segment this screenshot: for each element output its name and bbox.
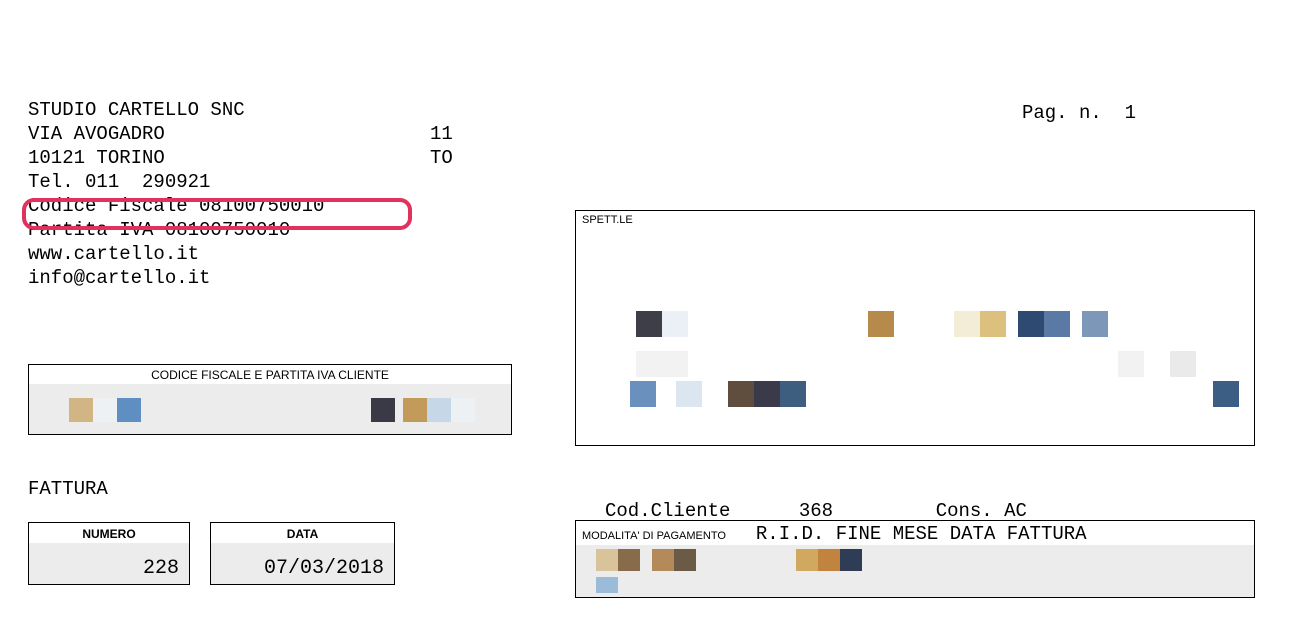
sender-email: info@cartello.it [28, 267, 210, 289]
numero-label: NUMERO [29, 523, 189, 543]
page-number: Pag. n. 1 [999, 80, 1136, 124]
pagamento-box: MODALITA' DI PAGAMENTO R.I.D. FINE MESE … [575, 520, 1255, 598]
spettle-label: SPETT.LE [576, 211, 1254, 229]
sender-zip-city: 10121 TORINO [28, 147, 165, 169]
sender-name: STUDIO CARTELLO SNC [28, 99, 245, 121]
sender-web: www.cartello.it [28, 243, 199, 265]
sender-address-col2: 11 TO [430, 98, 453, 170]
pagamento-header: MODALITA' DI PAGAMENTO R.I.D. FINE MESE … [576, 521, 1254, 545]
client-codfisc-label: CODICE FISCALE E PARTITA IVA CLIENTE [29, 365, 511, 384]
pagamento-body [576, 545, 1254, 597]
codcliente-value: 368 [799, 500, 833, 522]
data-box: DATA 07/03/2018 [210, 522, 395, 585]
redacted-pixels [636, 351, 1196, 377]
sender-codfisc: Codice Fiscale 08100750010 [28, 195, 324, 217]
sender-province: TO [430, 147, 453, 169]
pagamento-label: MODALITA' DI PAGAMENTO [582, 530, 726, 542]
sender-block: STUDIO CARTELLO SNC VIA AVOGADRO 10121 T… [28, 74, 324, 290]
numero-box: NUMERO 228 [28, 522, 190, 585]
redacted-pixels [630, 381, 806, 407]
data-label: DATA [211, 523, 394, 543]
codcliente-row: Cod.Cliente 368 Cons. AC [605, 478, 1027, 522]
codcliente-label: Cod.Cliente [605, 500, 730, 522]
data-value: 07/03/2018 [211, 543, 394, 584]
page-label: Pag. n. [1022, 102, 1102, 124]
spettle-box: SPETT.LE [575, 210, 1255, 446]
client-codfisc-box: CODICE FISCALE E PARTITA IVA CLIENTE [28, 364, 512, 435]
numero-value: 228 [29, 543, 189, 584]
redacted-pixels [69, 398, 475, 422]
sender-street-no: 11 [430, 123, 453, 145]
pagamento-value: R.I.D. FINE MESE DATA FATTURA [756, 523, 1087, 545]
redacted-pixels [596, 577, 618, 593]
sender-street: VIA AVOGADRO [28, 123, 165, 145]
sender-piva: Partita IVA 08100750010 [28, 219, 290, 241]
redacted-pixels [596, 549, 862, 571]
redacted-pixels [636, 311, 1108, 337]
page-value: 1 [1125, 102, 1136, 124]
cons-value: AC [1004, 500, 1027, 522]
sender-tel: Tel. 011 290921 [28, 171, 210, 193]
fattura-title: FATTURA [28, 478, 108, 500]
redacted-pixels [1213, 381, 1239, 407]
client-codfisc-body [29, 384, 511, 434]
cons-label: Cons. [936, 500, 993, 522]
